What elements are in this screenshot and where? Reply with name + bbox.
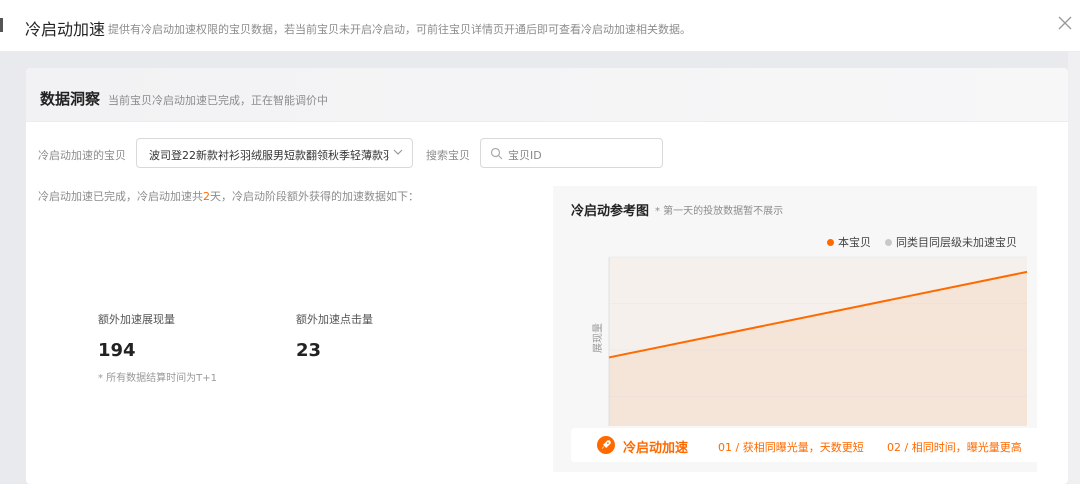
y-axis-label: 展现量 bbox=[592, 323, 604, 353]
line-chart: 2022-09-022022-09-03推广天数展现量 bbox=[592, 256, 1028, 426]
metric-value-clicks: 23 bbox=[296, 340, 322, 361]
banner-title: 冷启动加速 bbox=[623, 441, 689, 456]
status-days: 2 bbox=[203, 190, 210, 203]
status-suffix: 天，冷启动阶段额外获得的加速数据如下： bbox=[210, 190, 419, 203]
search-placeholder: 宝贝ID bbox=[508, 149, 542, 162]
product-select-label: 冷启动加速的宝贝 bbox=[38, 149, 126, 162]
product-select-value: 波司登22新款衬衫羽绒服男短款翻领秋季轻薄款羽 bbox=[149, 149, 389, 162]
metric-label-impressions: 额外加速展现量 bbox=[98, 313, 175, 326]
banner-point-2: 02 / 相同时间，曝光量更高 bbox=[887, 441, 1022, 454]
banner-point-1: 01 / 获相同曝光量，天数更短 bbox=[718, 441, 864, 454]
rocket-icon bbox=[597, 436, 615, 454]
metric-value-impressions: 194 bbox=[98, 340, 136, 361]
reference-chart-panel: 冷启动参考图 * 第一天的投放数据暂不展示 本宝贝 同类目同层级未加速宝贝 20… bbox=[553, 186, 1045, 472]
cold-start-banner: 冷启动加速 01 / 获相同曝光量，天数更短 02 / 相同时间，曝光量更高 bbox=[571, 428, 1045, 462]
product-select[interactable]: 波司登22新款衬衫羽绒服男短款翻领秋季轻薄款羽 bbox=[136, 138, 413, 168]
card-header: 数据洞察 当前宝贝冷启动加速已完成，正在智能调价中 bbox=[26, 68, 1068, 122]
card-title: 数据洞察 bbox=[40, 90, 101, 108]
search-label: 搜索宝贝 bbox=[426, 149, 470, 162]
search-input[interactable]: 宝贝ID bbox=[480, 138, 663, 168]
settlement-note: * 所有数据结算时间为T+1 bbox=[98, 373, 218, 384]
search-icon bbox=[490, 147, 503, 160]
modal-title: 冷启动加速 bbox=[25, 20, 106, 39]
left-gutter bbox=[0, 52, 26, 484]
status-text: 冷启动加速已完成，冷启动加速共2天，冷启动阶段额外获得的加速数据如下： bbox=[38, 188, 419, 204]
close-icon[interactable] bbox=[1056, 16, 1074, 34]
scrollbar-track[interactable] bbox=[1068, 52, 1080, 484]
chevron-down-icon bbox=[393, 149, 403, 155]
modal-description: 提供有冷启动加速权限的宝贝数据，若当前宝贝未开启冷启动，可前往宝贝详情页开通后即… bbox=[108, 23, 691, 36]
status-prefix: 冷启动加速已完成，冷启动加速共 bbox=[38, 190, 203, 203]
card-subtitle: 当前宝贝冷启动加速已完成，正在智能调价中 bbox=[108, 94, 328, 107]
metric-label-clicks: 额外加速点击量 bbox=[296, 313, 373, 326]
left-edge-marker bbox=[0, 18, 3, 32]
modal-header: 冷启动加速 提供有冷启动加速权限的宝贝数据，若当前宝贝未开启冷启动，可前往宝贝详… bbox=[0, 0, 1080, 52]
data-insight-card: 数据洞察 当前宝贝冷启动加速已完成，正在智能调价中 冷启动加速的宝贝 波司登22… bbox=[26, 68, 1068, 484]
